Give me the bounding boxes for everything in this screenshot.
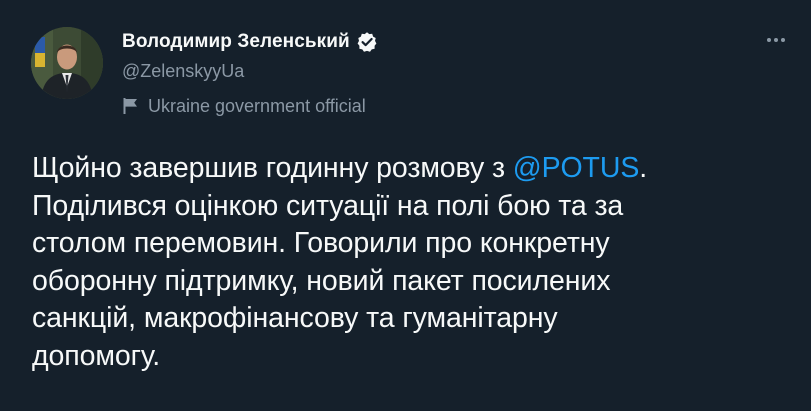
- tweet-line-3: столом перемовин. Говорили про конкретну: [32, 227, 610, 259]
- tweet-line-5: санкцій, макрофінансову та гуманітарну: [32, 302, 558, 334]
- mention-link[interactable]: @POTUS: [513, 152, 640, 184]
- tweet-card: Володимир Зеленський @ZelenskyyUa Ukrain…: [0, 0, 811, 411]
- avatar-photo: [31, 27, 103, 99]
- verified-badge-icon: [356, 31, 378, 53]
- handle[interactable]: @ZelenskyyUa: [122, 61, 244, 82]
- flag-icon: [122, 97, 139, 115]
- tweet-line-1: Щойно завершив годинну розмову з @POTUS.: [32, 150, 792, 188]
- more-options-icon-dot: [774, 38, 778, 42]
- more-options-button[interactable]: [762, 30, 790, 50]
- tweet-line-2: Поділився оцінкою ситуації на полі бою т…: [32, 189, 624, 222]
- display-name[interactable]: Володимир Зеленський: [122, 31, 350, 53]
- more-options-icon-dot: [781, 38, 785, 42]
- tweet-text: Щойно завершив годинну розмову з @POTUS.…: [32, 150, 792, 375]
- more-options-icon: [767, 38, 771, 42]
- name-row: Володимир Зеленський: [122, 29, 378, 55]
- government-label-text: Ukraine government official: [148, 95, 366, 116]
- avatar[interactable]: [31, 27, 103, 99]
- tweet-line-6: допомогу.: [32, 339, 161, 372]
- tweet-line-4: оборонну підтримку, новий пакет посилени…: [32, 264, 611, 297]
- tweet-text-segment: .: [639, 152, 648, 184]
- affiliation-label: Ukraine government official: [122, 95, 366, 117]
- tweet-text-segment: Щойно завершив годинну розмову з: [32, 152, 513, 184]
